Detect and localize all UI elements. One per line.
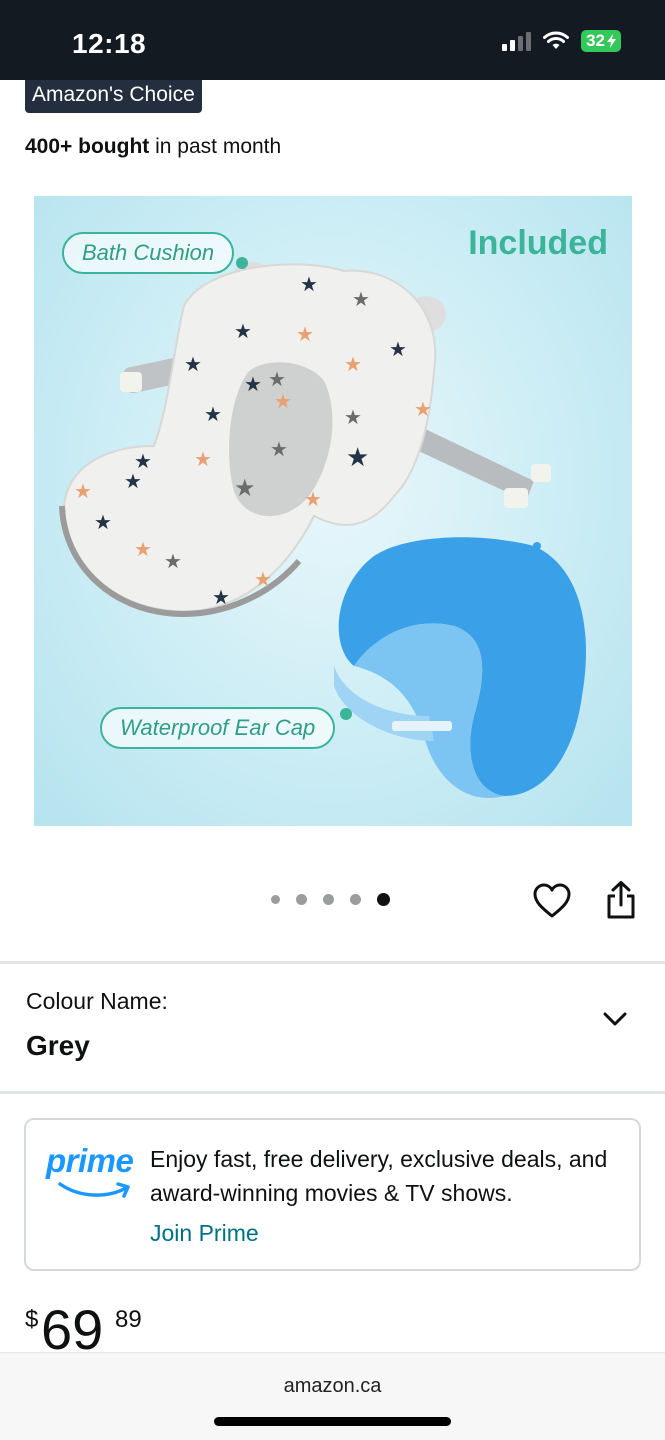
svg-text:★: ★ (184, 352, 202, 376)
join-prime-link[interactable]: Join Prime (150, 1220, 259, 1247)
status-bar: 12:18 32 (0, 0, 665, 80)
svg-text:★: ★ (344, 405, 362, 429)
svg-text:★: ★ (164, 549, 182, 573)
prime-logo-text: prime (46, 1142, 134, 1179)
bought-in-past-month: 400+ bought in past month (25, 135, 281, 159)
price-currency-symbol: $ (25, 1306, 39, 1333)
svg-text:★: ★ (244, 372, 262, 396)
svg-text:★: ★ (268, 367, 286, 391)
price-fraction: 89 (115, 1306, 142, 1333)
included-label: Included (468, 224, 608, 262)
svg-text:★: ★ (254, 567, 272, 591)
price-whole: 69 (41, 1298, 104, 1361)
carousel-dot[interactable] (271, 895, 280, 904)
prime-logo: prime (46, 1142, 136, 1202)
browser-bottom-bar: amazon.ca (0, 1352, 665, 1440)
product-image[interactable]: ★ ★ ★ ★ ★ ★ ★ ★ ★ ★ ★ ★ ★ ★ ★ ★ ★ ★ ★ ★ … (34, 196, 632, 826)
colour-name-label: Colour Name: (26, 988, 168, 1014)
share-icon[interactable] (604, 880, 638, 920)
svg-text:★: ★ (234, 474, 256, 502)
section-divider (0, 961, 665, 964)
battery-indicator: 32 (581, 30, 621, 52)
svg-text:★: ★ (204, 402, 222, 426)
bought-count: 400+ bought (25, 135, 150, 158)
svg-text:★: ★ (194, 447, 212, 471)
chevron-down-icon[interactable] (600, 1006, 630, 1032)
browser-url[interactable]: amazon.ca (0, 1375, 665, 1398)
svg-text:★: ★ (304, 487, 322, 511)
svg-text:★: ★ (300, 272, 318, 296)
heart-icon[interactable] (533, 883, 571, 919)
svg-text:★: ★ (74, 479, 92, 503)
svg-text:★: ★ (344, 352, 362, 376)
callout-dot (340, 708, 352, 720)
cellular-signal-icon (502, 31, 532, 51)
callout-dot (236, 257, 248, 269)
svg-text:★: ★ (134, 537, 152, 561)
bought-suffix: in past month (149, 135, 282, 158)
callout-bath-cushion: Bath Cushion (62, 232, 235, 274)
svg-text:★: ★ (270, 437, 288, 461)
prime-promo-box[interactable]: prime Enjoy fast, free delivery, exclusi… (24, 1118, 641, 1271)
smile-arrow-icon (58, 1182, 130, 1198)
svg-text:★: ★ (212, 585, 230, 609)
prime-description: Enjoy fast, free delivery, exclusive dea… (150, 1146, 608, 1206)
svg-text:★: ★ (94, 510, 112, 534)
svg-text:★: ★ (274, 389, 292, 413)
charging-bolt-icon (607, 34, 616, 48)
svg-text:★: ★ (234, 319, 252, 343)
carousel-dot[interactable] (323, 894, 334, 905)
svg-text:★: ★ (389, 337, 407, 361)
colour-name-value[interactable]: Grey (26, 1030, 90, 1062)
carousel-dot[interactable] (296, 894, 307, 905)
svg-text:★: ★ (352, 287, 370, 311)
section-divider (0, 1091, 665, 1094)
status-time: 12:18 (72, 28, 147, 59)
image-carousel-dots[interactable] (271, 893, 390, 906)
amazons-choice-badge[interactable]: Amazon's Choice (25, 80, 202, 113)
carousel-dot-active[interactable] (377, 893, 390, 906)
home-indicator[interactable] (214, 1417, 451, 1426)
svg-text:★: ★ (414, 397, 432, 421)
svg-text:★: ★ (346, 443, 369, 473)
svg-text:★: ★ (296, 322, 314, 346)
carousel-dot[interactable] (350, 894, 361, 905)
callout-waterproof-ear-cap: Waterproof Ear Cap (100, 707, 336, 749)
battery-level: 32 (586, 31, 605, 50)
wifi-icon (543, 31, 570, 49)
svg-text:★: ★ (124, 469, 142, 493)
status-indicators: 32 (502, 30, 621, 52)
